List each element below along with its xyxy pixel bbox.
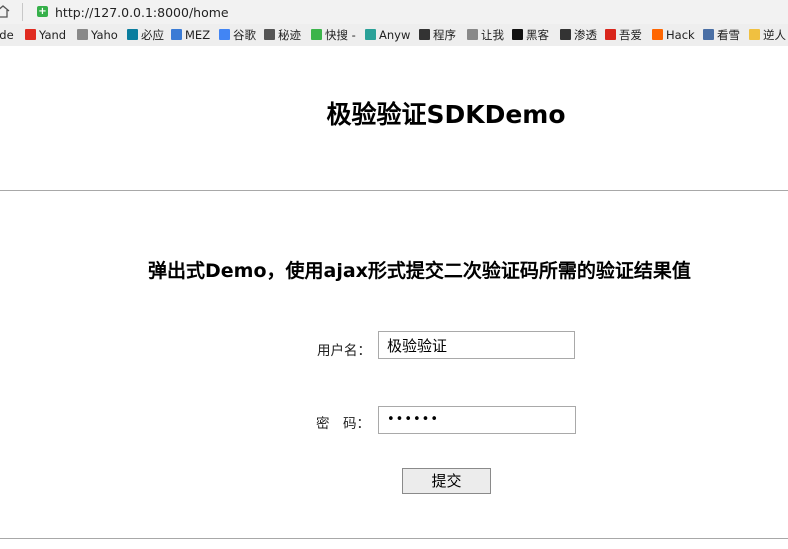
address-separator	[22, 3, 23, 21]
bookmark-item[interactable]: 程序	[419, 28, 456, 44]
bookmark-label: 看雪	[717, 28, 740, 42]
bookmark-item[interactable]: 快搜 -	[311, 28, 356, 44]
bookmark-item[interactable]: 吾爱	[605, 28, 642, 44]
bookmark-label: Hack	[666, 28, 695, 42]
bookmark-label: 吾爱	[619, 28, 642, 42]
divider-bottom	[0, 538, 788, 539]
bookmark-label: ude	[0, 28, 14, 42]
bookmark-label: Anyw	[379, 28, 411, 42]
bookmark-label: 黑客	[526, 28, 549, 42]
url-text[interactable]: http://127.0.0.1:8000/home	[55, 5, 229, 20]
page-title: 极验验证SDKDemo	[326, 100, 566, 129]
site-icon: +	[37, 6, 48, 17]
mez-icon	[171, 29, 182, 40]
bookmark-label: 秘迹	[278, 28, 301, 42]
bookmark-label: Yand	[39, 28, 67, 42]
google-icon	[219, 29, 230, 40]
grid-icon	[605, 29, 616, 40]
hack-icon	[652, 29, 663, 40]
page-subtitle: 弹出式Demo，使用ajax形式提交二次验证码所需的验证结果值	[148, 260, 691, 282]
page-icon	[467, 29, 478, 40]
bookmark-item[interactable]: 让我	[467, 28, 504, 44]
code-icon	[419, 29, 430, 40]
bookmark-item[interactable]: 黑客	[512, 28, 549, 44]
bookmark-label: 逆人	[763, 28, 786, 42]
bookmark-label: MEZ	[185, 28, 211, 42]
bookmark-item[interactable]: 必应	[127, 28, 164, 44]
globe-icon	[311, 29, 322, 40]
bookmark-label: 谷歌	[233, 28, 256, 42]
anyw-icon	[365, 29, 376, 40]
bookmark-label: 程序	[433, 28, 456, 42]
bookmark-label: 让我	[481, 28, 504, 42]
bookmark-item[interactable]: Anyw	[365, 28, 410, 44]
folder-icon	[749, 29, 760, 40]
bookmark-label: 必应	[141, 28, 164, 42]
password-input[interactable]: ••••••	[378, 406, 576, 434]
bookmark-label: 渗透	[574, 28, 597, 42]
username-input[interactable]: 极验验证	[378, 331, 575, 359]
address-bar[interactable]: + http://127.0.0.1:8000/home	[0, 0, 788, 24]
submit-button[interactable]: 提交	[402, 468, 491, 494]
bookmark-item[interactable]: Yand	[25, 28, 66, 44]
bookmark-item[interactable]: 看雪	[703, 28, 740, 44]
yandex-icon	[25, 29, 36, 40]
username-label: 用户名：	[317, 343, 371, 359]
bookmark-item[interactable]: 渗透	[560, 28, 597, 44]
bookmark-item[interactable]: Hack	[652, 28, 695, 44]
bing-icon	[127, 29, 138, 40]
password-label: 密 码：	[316, 416, 370, 432]
bookmark-item[interactable]: 逆人	[749, 28, 786, 44]
bookmark-item[interactable]: 秘迹	[264, 28, 301, 44]
bookmark-item[interactable]: ude	[0, 28, 14, 44]
divider	[0, 190, 788, 191]
bookmark-label: Yaho	[91, 28, 118, 42]
bookmark-label: 快搜 -	[325, 28, 356, 42]
bookmark-item[interactable]: MEZ	[171, 28, 210, 44]
page-icon	[77, 29, 88, 40]
home-icon[interactable]	[0, 5, 10, 18]
bookmark-item[interactable]: 谷歌	[219, 28, 256, 44]
bookmark-item[interactable]: Yaho	[77, 28, 118, 44]
snowflake-icon	[703, 29, 714, 40]
skull-icon	[560, 29, 571, 40]
circle-icon	[264, 29, 275, 40]
hacker-icon	[512, 29, 523, 40]
bookmarks-bar: ude Yand Yaho 必应 MEZ 谷歌 秘迹 快搜 - Anyw 程序 让我 黑客 渗透 吾爱 Ha…	[0, 24, 788, 46]
browser-chrome: + http://127.0.0.1:8000/home ude Yand Yaho…	[0, 0, 788, 46]
